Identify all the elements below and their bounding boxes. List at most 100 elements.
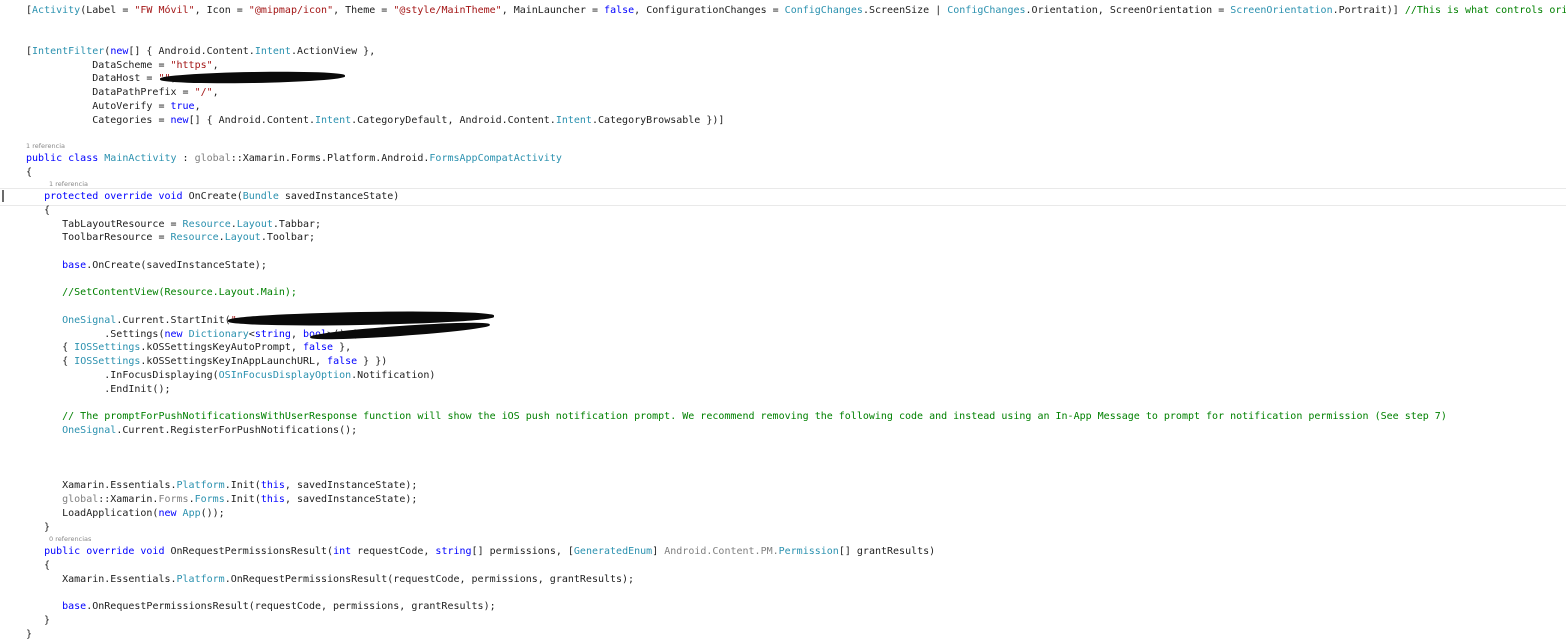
code-token: base bbox=[62, 601, 87, 612]
code-token: AutoVerify = bbox=[26, 101, 171, 112]
code-token: Intent bbox=[555, 115, 592, 126]
code-line[interactable]: OneSignal.Current.RegisterForPushNotific… bbox=[26, 424, 357, 437]
code-token: , bbox=[194, 101, 201, 112]
code-token: public override void bbox=[44, 546, 171, 557]
code-line[interactable]: Xamarin.Essentials.Platform.OnRequestPer… bbox=[26, 573, 634, 586]
code-token: "@mipmap/icon" bbox=[248, 5, 334, 16]
code-line[interactable]: base.OnRequestPermissionsResult(requestC… bbox=[26, 600, 496, 613]
code-token: ToolbarResource = bbox=[26, 232, 171, 243]
code-line[interactable]: .InFocusDisplaying(OSInFocusDisplayOptio… bbox=[26, 369, 435, 382]
code-token: ::Xamarin.Forms.Platform.Android. bbox=[230, 153, 430, 164]
code-line[interactable]: TabLayoutResource = Resource.Layout.Tabb… bbox=[26, 218, 321, 231]
code-line[interactable]: { bbox=[26, 204, 50, 217]
code-token: Resource bbox=[182, 219, 231, 230]
code-token: { bbox=[26, 560, 51, 571]
code-line[interactable]: { IOSSettings.kOSSettingsKeyAutoPrompt, … bbox=[26, 341, 351, 354]
code-token: .kOSSettingsKeyInAppLaunchURL, bbox=[140, 356, 328, 367]
code-line[interactable]: public class MainActivity : global::Xama… bbox=[26, 152, 562, 165]
code-token: Android.Content.PM. bbox=[664, 546, 779, 557]
code-token: .OnRequestPermissionsResult(requestCode,… bbox=[86, 601, 496, 612]
code-token: , bbox=[212, 87, 219, 98]
code-token: .CategoryDefault, Android.Content. bbox=[351, 115, 556, 126]
code-editor[interactable]: 1 referencia 1 referencia 0 referencias … bbox=[0, 0, 1566, 641]
code-line[interactable]: OneSignal.Current.StartInit(" bbox=[26, 314, 237, 327]
code-token: .Toolbar; bbox=[260, 232, 316, 243]
code-token: } bbox=[26, 615, 51, 626]
code-token: , ConfigurationChanges = bbox=[634, 5, 785, 16]
code-token: [] grantResults) bbox=[838, 546, 936, 557]
code-line[interactable]: } bbox=[26, 614, 50, 627]
code-line[interactable]: [IntentFilter(new[] { Android.Content.In… bbox=[26, 45, 375, 58]
code-line[interactable]: // The promptForPushNotificationsWithUse… bbox=[26, 410, 1447, 423]
code-token: Platform bbox=[176, 574, 225, 585]
code-line[interactable]: [Activity(Label = "FW Móvil", Icon = "@m… bbox=[26, 4, 1566, 17]
code-token: "@style/MainTheme" bbox=[393, 5, 502, 16]
code-token: this bbox=[260, 494, 285, 505]
code-token: savedInstanceState) bbox=[278, 191, 400, 202]
code-line[interactable]: AutoVerify = true, bbox=[26, 100, 201, 113]
code-token: , bbox=[290, 329, 303, 340]
code-line[interactable]: } bbox=[26, 521, 50, 534]
code-token: GeneratedEnum bbox=[573, 546, 653, 557]
code-line[interactable]: Categories = new[] { Android.Content.Int… bbox=[26, 114, 724, 127]
code-token: ()); bbox=[200, 508, 225, 519]
code-line[interactable]: } bbox=[26, 628, 32, 641]
code-line[interactable]: public override void OnRequestPermission… bbox=[26, 545, 935, 558]
code-token: Forms bbox=[158, 494, 189, 505]
code-token: , Icon = bbox=[194, 5, 249, 16]
code-line[interactable]: Xamarin.Essentials.Platform.Init(this, s… bbox=[26, 479, 417, 492]
code-line[interactable]: global::Xamarin.Forms.Forms.Init(this, s… bbox=[26, 493, 417, 506]
code-token: .Init( bbox=[224, 480, 261, 491]
code-token: .Orientation, ScreenOrientation = bbox=[1025, 5, 1231, 16]
code-token: ConfigChanges bbox=[947, 5, 1026, 16]
code-token: protected override void bbox=[44, 191, 189, 202]
code-token: ConfigChanges bbox=[784, 5, 863, 16]
code-token: new bbox=[110, 46, 129, 57]
code-token: // The promptForPushNotificationsWithUse… bbox=[62, 411, 1447, 422]
code-token: Bundle bbox=[242, 191, 279, 202]
code-token: false bbox=[302, 342, 334, 353]
code-lens-oncreate-references[interactable]: 1 referencia bbox=[49, 180, 88, 188]
code-line[interactable]: DataPathPrefix = "/", bbox=[26, 86, 219, 99]
code-token: Intent bbox=[315, 115, 352, 126]
code-line[interactable]: DataScheme = "https", bbox=[26, 59, 219, 72]
code-token: //SetContentView(Resource.Layout.Main); bbox=[62, 287, 297, 298]
code-token: Layout bbox=[236, 219, 273, 230]
code-token: } bbox=[26, 629, 33, 640]
code-line[interactable]: base.OnCreate(savedInstanceState); bbox=[26, 259, 267, 272]
code-token: LoadApplication( bbox=[26, 508, 159, 519]
code-token: .Portrait)] bbox=[1332, 5, 1405, 16]
code-line[interactable]: DataHost = "", bbox=[26, 72, 176, 85]
code-token: Categories = bbox=[26, 115, 171, 126]
code-line[interactable]: //SetContentView(Resource.Layout.Main); bbox=[26, 286, 297, 299]
redaction-scribble bbox=[159, 70, 346, 85]
code-token: IOSSettings bbox=[74, 342, 141, 353]
code-line[interactable]: protected override void OnCreate(Bundle … bbox=[26, 190, 399, 203]
code-token: .Current.StartInit( bbox=[116, 315, 231, 326]
code-line[interactable]: .EndInit(); bbox=[26, 383, 170, 396]
code-lens-permissions-references[interactable]: 0 referencias bbox=[49, 535, 91, 543]
code-token: , Theme = bbox=[333, 5, 394, 16]
code-token: .OnCreate(savedInstanceState); bbox=[86, 260, 267, 271]
code-token: , bbox=[212, 60, 219, 71]
code-line[interactable]: { bbox=[26, 559, 50, 572]
code-token: { bbox=[26, 356, 75, 367]
code-line[interactable]: LoadApplication(new App()); bbox=[26, 507, 225, 520]
code-token: "/" bbox=[194, 87, 213, 98]
code-token: Platform bbox=[176, 480, 225, 491]
code-token: { bbox=[26, 342, 75, 353]
code-token: .CategoryBrowsable })] bbox=[591, 115, 725, 126]
code-lens-class-references[interactable]: 1 referencia bbox=[26, 142, 65, 150]
code-line[interactable]: ToolbarResource = Resource.Layout.Toolba… bbox=[26, 231, 315, 244]
code-token: .Init( bbox=[224, 494, 261, 505]
code-line[interactable]: .Settings(new Dictionary<string, bool>()… bbox=[26, 328, 357, 341]
code-token: [] { Android.Content. bbox=[188, 115, 315, 126]
code-token: .Settings( bbox=[26, 329, 165, 340]
code-line[interactable]: { bbox=[26, 166, 32, 179]
code-token: .Tabbar; bbox=[272, 219, 322, 230]
code-line[interactable]: { IOSSettings.kOSSettingsKeyInAppLaunchU… bbox=[26, 355, 387, 368]
